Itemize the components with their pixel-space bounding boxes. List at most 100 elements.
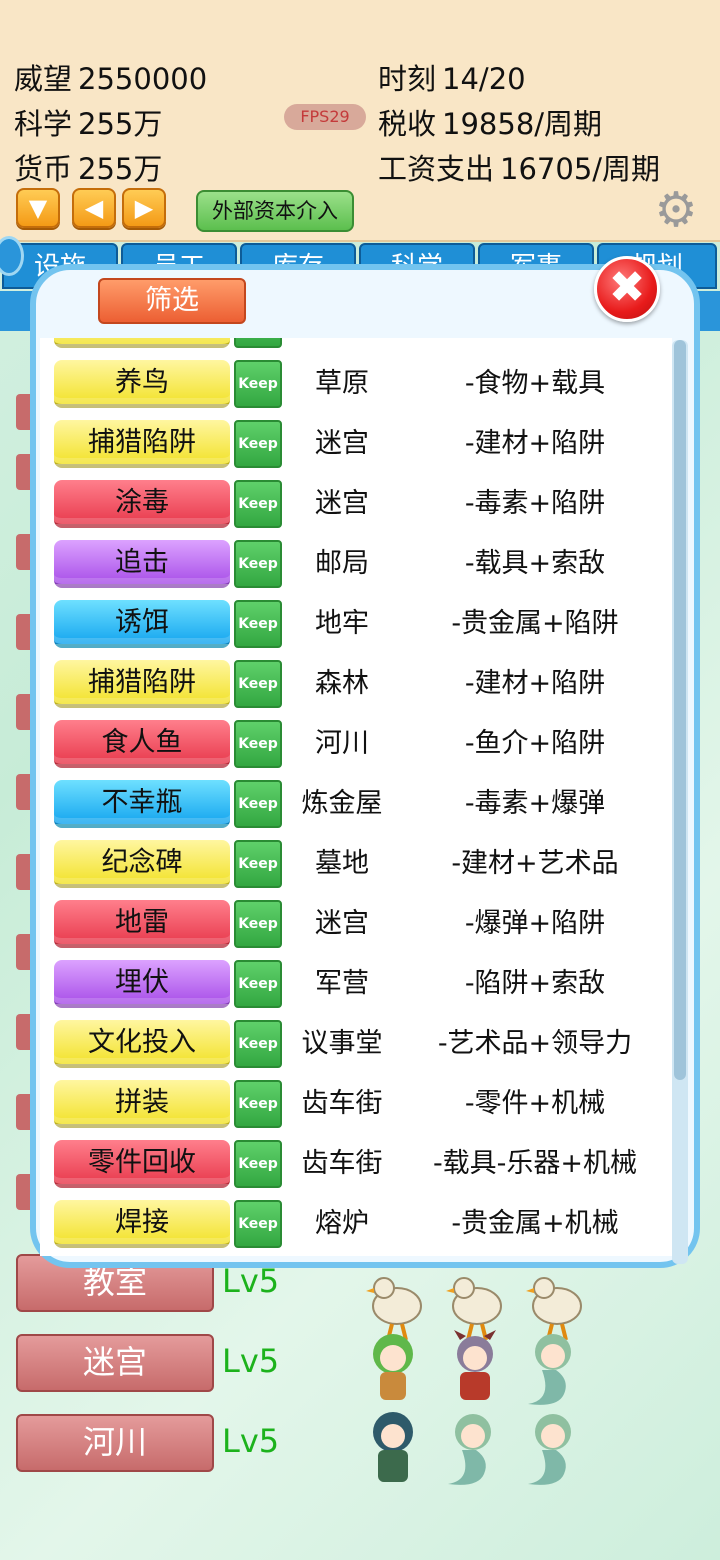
recipe-row: 拼装 Keep 齿车街 -零件+机械 (40, 1076, 672, 1136)
recipe-row: 捕猎陷阱 Keep 迷宫 -建材+陷阱 (40, 416, 672, 476)
recipe-name-button[interactable] (54, 338, 230, 348)
time-stat: 时刻 14/20 (378, 56, 526, 98)
recipe-location: 齿车街 (301, 1148, 383, 1179)
keep-toggle[interactable]: Keep (234, 720, 282, 768)
recipe-effect: -毒素+陷阱 (464, 488, 606, 519)
keep-toggle[interactable]: Keep (234, 1200, 282, 1248)
status-panel: 威望 2550000 时刻 14/20 科学 255万 FPS29 税收 19858/周… (0, 0, 720, 242)
keep-toggle[interactable]: Keep (234, 840, 282, 888)
recipe-name-button[interactable]: 地雷 (54, 900, 230, 948)
recipe-location: 迷宫 (315, 428, 369, 459)
keep-toggle[interactable]: Keep (234, 960, 282, 1008)
dark-haired-girl-portrait (373, 1412, 413, 1482)
recipe-location: 迷宫 (315, 908, 369, 939)
recipe-name-button[interactable]: 文化投入 (54, 1020, 230, 1068)
prestige-stat: 威望 2550000 (14, 56, 207, 98)
recipe-name-button[interactable]: 食人鱼 (54, 720, 230, 768)
scrollbar-thumb[interactable] (674, 340, 686, 1080)
recipe-effect: -鱼介+陷阱 (464, 728, 606, 759)
prestige-label: 威望 (14, 62, 73, 96)
down-arrow-button[interactable]: ▼ (16, 188, 60, 228)
assigned-characters (358, 1326, 598, 1410)
recipe-name-button[interactable]: 拼装 (54, 1080, 230, 1128)
recipe-row: 捕猎陷阱 Keep 森林 -建材+陷阱 (40, 656, 672, 716)
recipe-effect: -食物+载具 (464, 368, 606, 399)
recipe-name-button[interactable]: 捕猎陷阱 (54, 420, 230, 468)
recipe-name-button[interactable]: 养鸟 (54, 360, 230, 408)
recipe-location: 熔炉 (315, 1208, 369, 1239)
chevron-down-icon: ▼ (28, 194, 48, 222)
recipe-location: 议事堂 (301, 1028, 383, 1059)
recipe-name-button[interactable]: 追击 (54, 540, 230, 588)
recipe-effect: -载具-乐器+机械 (432, 1148, 638, 1179)
recipe-row: 焊接 Keep 熔炉 -贵金属+机械 (40, 1196, 672, 1256)
recipe-location: 齿车街 (301, 1088, 383, 1119)
recipe-list[interactable]: 养鸟 Keep 草原 -食物+载具 捕猎陷阱 Keep 迷宫 -建材+陷阱 涂毒 Keep 迷宫 -毒… (40, 338, 672, 1256)
keep-toggle[interactable]: Keep (234, 480, 282, 528)
keep-toggle[interactable]: Keep (234, 420, 282, 468)
recipe-location: 邮局 (315, 548, 369, 579)
keep-toggle[interactable] (234, 338, 282, 348)
recipe-name-button[interactable]: 焊接 (54, 1200, 230, 1248)
recipe-effect: -爆弹+陷阱 (464, 908, 606, 939)
keep-toggle[interactable]: Keep (234, 1080, 282, 1128)
keep-toggle[interactable]: Keep (234, 1140, 282, 1188)
recipe-row: 诱饵 Keep 地牢 -贵金属+陷阱 (40, 596, 672, 656)
recipe-name-button[interactable]: 不幸瓶 (54, 780, 230, 828)
next-arrow-button[interactable]: ▶ (122, 188, 166, 228)
time-label: 时刻 (378, 62, 437, 96)
wage-value: 16705/周期 (500, 152, 661, 186)
prev-arrow-button[interactable]: ◀ (72, 188, 116, 228)
building-level: Lv5 (222, 1422, 280, 1460)
recipe-name-button[interactable]: 涂毒 (54, 480, 230, 528)
recipe-effect: -建材+陷阱 (464, 428, 606, 459)
keep-toggle[interactable]: Keep (234, 780, 282, 828)
filter-button[interactable]: 筛选 (98, 278, 246, 324)
keep-toggle[interactable]: Keep (234, 600, 282, 648)
recipe-location: 草原 (315, 368, 369, 399)
mermaid-portrait (528, 1334, 571, 1405)
prestige-value: 2550000 (78, 62, 208, 96)
recipe-effect: -零件+机械 (464, 1088, 606, 1119)
tax-value: 19858/周期 (442, 107, 603, 141)
gear-icon[interactable]: ⚙ (652, 186, 700, 234)
recipe-name-button[interactable]: 纪念碑 (54, 840, 230, 888)
recipe-effect: -载具+索敌 (464, 548, 606, 579)
recipe-row: 涂毒 Keep 迷宫 -毒素+陷阱 (40, 476, 672, 536)
keep-toggle[interactable]: Keep (234, 900, 282, 948)
recipe-location: 迷宫 (315, 488, 369, 519)
recipe-effect: -陷阱+索敌 (464, 968, 606, 999)
building-button-labyrinth[interactable]: 迷宫 (16, 1334, 214, 1392)
recipe-row: 地雷 Keep 迷宫 -爆弹+陷阱 (40, 896, 672, 956)
keep-toggle[interactable]: Keep (234, 540, 282, 588)
building-level: Lv5 (222, 1342, 280, 1380)
keep-toggle[interactable]: Keep (234, 1020, 282, 1068)
recipe-row: 埋伏 Keep 军营 -陷阱+索敌 (40, 956, 672, 1016)
recipe-effect: -艺术品+领导力 (437, 1028, 633, 1059)
recipe-location: 河川 (315, 728, 369, 759)
time-value: 14/20 (442, 62, 526, 96)
currency-label: 货币 (14, 152, 73, 186)
close-icon[interactable]: ✖ (594, 256, 660, 322)
recipe-effect: -毒素+爆弹 (464, 788, 606, 819)
mermaid-portrait (448, 1414, 491, 1485)
recipe-name-button[interactable]: 诱饵 (54, 600, 230, 648)
science-stat: 科学 255万 (14, 101, 162, 143)
recipe-name-button[interactable]: 埋伏 (54, 960, 230, 1008)
recipe-location: 墓地 (315, 848, 369, 879)
recipe-location: 地牢 (315, 608, 369, 639)
science-label: 科学 (14, 107, 73, 141)
recipe-row: 养鸟 Keep 草原 -食物+载具 (40, 356, 672, 416)
building-button-river[interactable]: 河川 (16, 1414, 214, 1472)
keep-toggle[interactable]: Keep (234, 360, 282, 408)
external-capital-button[interactable]: 外部资本介入 (196, 190, 354, 232)
recipe-name-button[interactable]: 捕猎陷阱 (54, 660, 230, 708)
recipe-row: 不幸瓶 Keep 炼金屋 -毒素+爆弹 (40, 776, 672, 836)
recipe-row: 文化投入 Keep 议事堂 -艺术品+领导力 (40, 1016, 672, 1076)
recipe-location: 军营 (315, 968, 369, 999)
recipe-row: 追击 Keep 邮局 -载具+索敌 (40, 536, 672, 596)
keep-toggle[interactable]: Keep (234, 660, 282, 708)
recipe-effect: -贵金属+机械 (451, 1208, 619, 1239)
wage-label: 工资支出 (378, 152, 495, 186)
recipe-name-button[interactable]: 零件回收 (54, 1140, 230, 1188)
